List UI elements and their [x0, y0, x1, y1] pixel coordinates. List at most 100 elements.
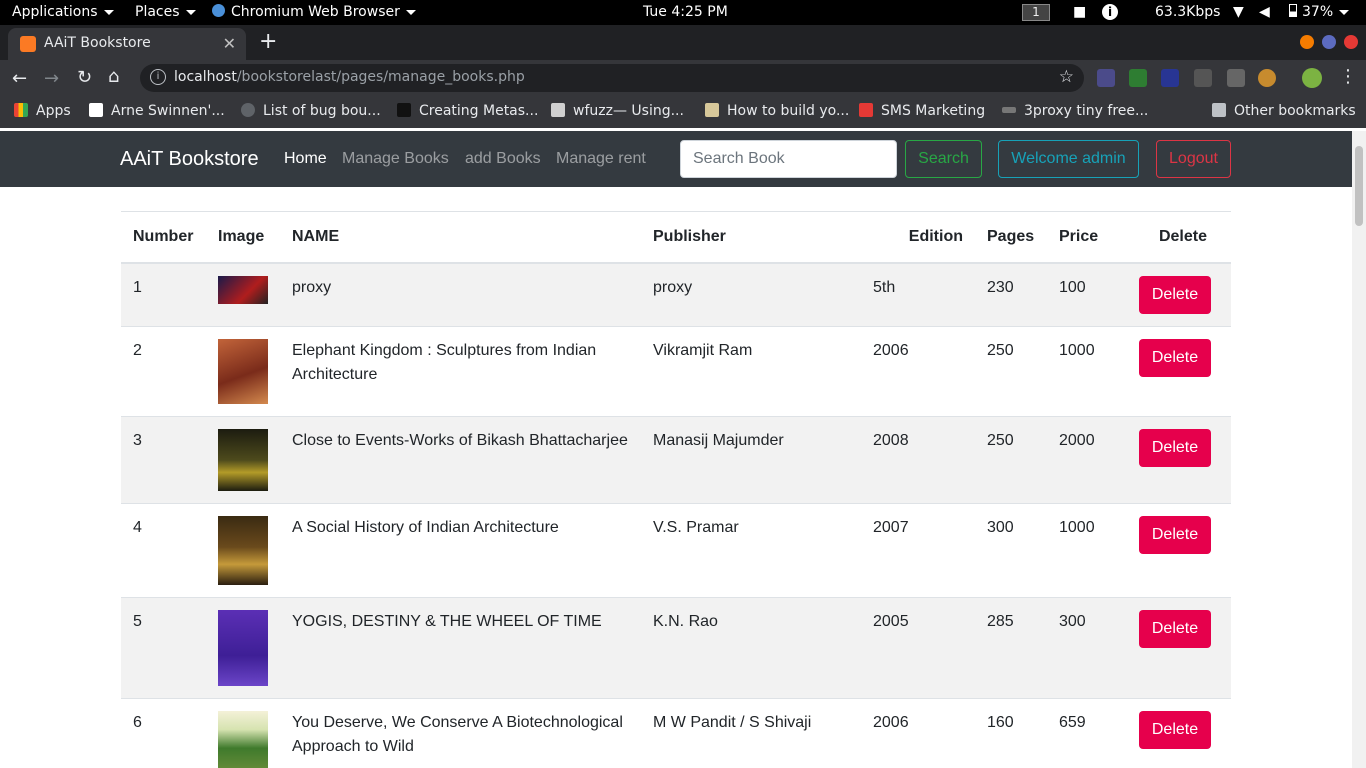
video-icon[interactable]: ■ [1073, 4, 1086, 20]
nav-add-books[interactable]: add Books [465, 150, 541, 168]
cell-number: 1 [121, 262, 206, 327]
bookmark-star-icon[interactable]: ☆ [1059, 67, 1074, 87]
welcome-admin-button[interactable]: Welcome admin [998, 140, 1139, 178]
cell-delete: Delete [1127, 326, 1231, 417]
cell-delete: Delete [1127, 503, 1231, 598]
places-menu[interactable]: Places [135, 4, 196, 20]
cell-publisher: V.S. Pramar [641, 503, 861, 598]
applications-label: Applications [12, 4, 98, 20]
profile-avatar[interactable] [1302, 68, 1322, 88]
tab-title: AAiT Bookstore [44, 35, 151, 51]
nav-manage-books[interactable]: Manage Books [342, 150, 449, 168]
bookmark-bug-bounty[interactable]: List of bug bou... [241, 103, 381, 119]
search-book-input[interactable] [680, 140, 897, 178]
cell-edition: 2006 [861, 698, 975, 768]
cell-pages: 230 [975, 262, 1047, 327]
nav-manage-rent[interactable]: Manage rent [556, 150, 646, 168]
green-extension-icon[interactable] [1129, 69, 1147, 87]
browser-app-label: Chromium Web Browser [231, 4, 400, 20]
site-info-icon[interactable]: i [150, 69, 166, 85]
cell-pages: 160 [975, 698, 1047, 768]
wappalyzer-extension-icon[interactable] [1194, 69, 1212, 87]
globe-favicon-icon [241, 103, 255, 117]
col-number: Number [121, 211, 206, 264]
col-price: Price [1047, 211, 1127, 264]
close-window-button[interactable] [1344, 35, 1358, 49]
cookie-extension-icon[interactable] [1258, 69, 1276, 87]
site-brand[interactable]: AAiT Bookstore [120, 148, 259, 171]
back-button[interactable]: ← [12, 68, 27, 89]
cell-name: You Deserve, We Conserve A Biotechnologi… [280, 698, 641, 768]
browser-app-menu[interactable]: Chromium Web Browser [212, 4, 416, 20]
wifi-icon[interactable]: ▼ [1233, 4, 1244, 20]
forward-button[interactable]: → [44, 68, 59, 89]
page-scrollbar[interactable] [1352, 131, 1366, 768]
delete-button[interactable]: Delete [1139, 429, 1211, 467]
system-top-bar: Applications Places Chromium Web Browser… [0, 0, 1366, 25]
bookmark-other[interactable]: Other bookmarks [1212, 103, 1356, 119]
nav-home[interactable]: Home [284, 150, 327, 168]
bookmark-build[interactable]: How to build yo... [705, 103, 849, 119]
book-cover-image [218, 610, 268, 686]
bookmark-sms[interactable]: SMS Marketing [859, 103, 985, 119]
battery-icon[interactable]: 37% [1289, 4, 1350, 20]
folder-icon [1212, 103, 1226, 117]
bookmark-wfuzz[interactable]: wfuzz— Using... [551, 103, 684, 119]
cell-number: 2 [121, 326, 206, 417]
cell-number: 4 [121, 503, 206, 598]
workspace-indicator[interactable]: 1 [1022, 4, 1050, 21]
cell-publisher: proxy [641, 262, 861, 327]
logout-button[interactable]: Logout [1156, 140, 1231, 178]
cell-name: Close to Events-Works of Bikash Bhattach… [280, 416, 641, 504]
bookmark-apps[interactable]: Apps [14, 103, 71, 119]
home-button[interactable]: ⌂ [108, 66, 119, 87]
browser-menu-icon[interactable]: ⋮ [1339, 66, 1357, 87]
bookmark-arne[interactable]: Arne Swinnen'... [89, 103, 225, 119]
bookmark-metasploit[interactable]: Creating Metas... [397, 103, 538, 119]
clock[interactable]: Tue 4:25 PM [643, 4, 728, 20]
cell-price: 1000 [1047, 326, 1127, 417]
delete-button[interactable]: Delete [1139, 610, 1211, 648]
delete-button[interactable]: Delete [1139, 516, 1211, 554]
bookmark-3proxy[interactable]: 3proxy tiny free... [1002, 103, 1148, 119]
address-bar[interactable]: i localhost/bookstorelast/pages/manage_b… [140, 64, 1084, 92]
delete-button[interactable]: Delete [1139, 276, 1211, 314]
network-speed: 63.3Kbps [1155, 4, 1221, 20]
cell-image [206, 262, 280, 327]
new-tab-button[interactable]: + [259, 29, 277, 54]
cell-image [206, 597, 280, 699]
tab-aait-bookstore[interactable]: AAiT Bookstore ✕ [8, 28, 246, 60]
cell-delete: Delete [1127, 597, 1231, 699]
tab-close-icon[interactable]: ✕ [223, 34, 236, 53]
cell-pages: 250 [975, 416, 1047, 504]
hacker-favicon-icon [397, 103, 411, 117]
maximize-window-button[interactable] [1322, 35, 1336, 49]
sms-favicon-icon [859, 103, 873, 117]
book-cover-image [218, 711, 268, 768]
battery-percent: 37% [1302, 4, 1334, 20]
hackbar-extension-icon[interactable] [1161, 69, 1179, 87]
reload-button[interactable]: ↻ [77, 67, 92, 88]
cell-image [206, 326, 280, 417]
minimize-window-button[interactable] [1300, 35, 1314, 49]
cell-number: 3 [121, 416, 206, 504]
scrollbar-thumb[interactable] [1355, 146, 1363, 226]
xampp-favicon-icon [20, 36, 36, 52]
info-icon[interactable]: i [1102, 4, 1118, 20]
volume-icon[interactable]: ◀ [1259, 4, 1270, 20]
box-extension-icon[interactable] [1227, 69, 1245, 87]
apps-grid-icon [14, 103, 28, 117]
book-cover-image [218, 429, 268, 491]
cell-name: proxy [280, 262, 641, 327]
site-navbar: AAiT Bookstore Home Manage Books add Boo… [0, 131, 1352, 187]
php-extension-icon[interactable] [1097, 69, 1115, 87]
applications-menu[interactable]: Applications [12, 4, 114, 20]
page-favicon-icon [705, 103, 719, 117]
url-text: localhost/bookstorelast/pages/manage_boo… [174, 69, 525, 85]
search-button[interactable]: Search [905, 140, 982, 178]
delete-button[interactable]: Delete [1139, 339, 1211, 377]
delete-button[interactable]: Delete [1139, 711, 1211, 749]
cell-number: 6 [121, 698, 206, 768]
cell-price: 300 [1047, 597, 1127, 699]
table-row: 4 A Social History of Indian Architectur… [121, 503, 1231, 598]
